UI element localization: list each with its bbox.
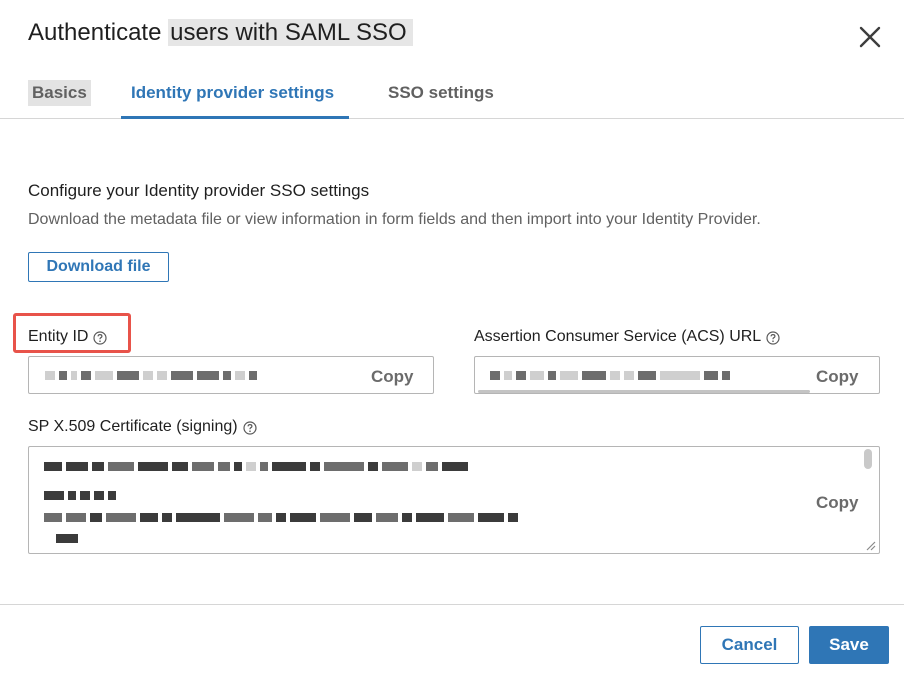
entity-id-copy-button[interactable]: Copy — [371, 366, 414, 388]
close-icon[interactable] — [853, 20, 887, 54]
help-icon[interactable] — [242, 420, 257, 435]
active-tab-indicator — [121, 116, 349, 119]
tab-basics[interactable]: Basics — [28, 80, 91, 106]
dialog-title-highlight: users with SAML SSO — [168, 19, 413, 46]
help-icon[interactable] — [93, 330, 108, 345]
entity-id-label-text: Entity ID — [28, 328, 89, 345]
certificate-value-redacted — [56, 534, 78, 543]
entity-id-label: Entity ID — [28, 326, 108, 348]
tab-sso-settings[interactable]: SSO settings — [388, 80, 494, 106]
certificate-scrollbar[interactable] — [864, 449, 872, 469]
acs-url-copy-button[interactable]: Copy — [816, 366, 859, 388]
tab-identity-provider-settings[interactable]: Identity provider settings — [131, 80, 334, 106]
certificate-label-text: SP X.509 Certificate (signing) — [28, 418, 238, 435]
dialog-title-prefix: Authenticate — [28, 19, 169, 46]
certificate-value-redacted — [44, 462, 468, 471]
section-heading: Configure your Identity provider SSO set… — [28, 181, 370, 200]
acs-url-label: Assertion Consumer Service (ACS) URL — [474, 326, 780, 348]
entity-id-value-redacted — [45, 371, 257, 380]
acs-url-label-text: Assertion Consumer Service (ACS) URL — [474, 328, 762, 345]
help-icon[interactable] — [766, 330, 780, 345]
acs-url-horizontal-scrollbar[interactable] — [478, 390, 810, 393]
resize-grip-icon[interactable] — [864, 538, 876, 551]
certificate-label: SP X.509 Certificate (signing) — [28, 416, 257, 438]
footer-divider — [0, 604, 904, 605]
acs-url-value-redacted — [490, 371, 730, 380]
dialog-title: Authenticate users with SAML SSO — [28, 16, 413, 50]
cancel-button[interactable]: Cancel — [700, 626, 799, 664]
certificate-copy-button[interactable]: Copy — [816, 492, 859, 514]
save-button[interactable]: Save — [809, 626, 889, 664]
certificate-value-redacted — [44, 513, 518, 522]
section-description: Download the metadata file or view infor… — [28, 211, 761, 228]
certificate-value-redacted — [44, 491, 116, 500]
download-file-button[interactable]: Download file — [28, 252, 169, 282]
